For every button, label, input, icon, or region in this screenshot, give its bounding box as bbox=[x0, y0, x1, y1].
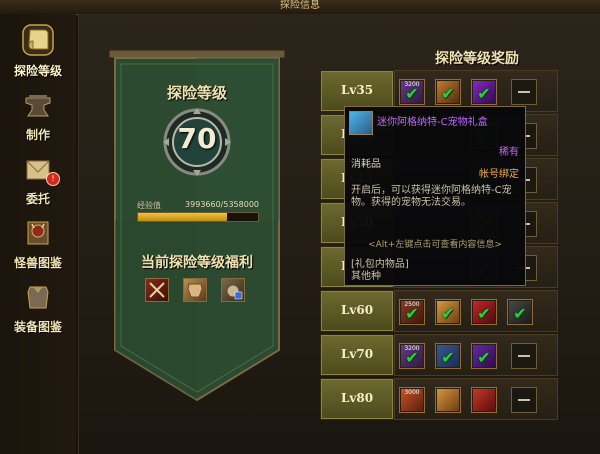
rewards-title: 探险等级奖励 bbox=[435, 51, 519, 67]
reward-slot-claimed[interactable]: ✔ bbox=[471, 343, 497, 369]
nav-item-commission[interactable]: ! 委托 bbox=[6, 148, 70, 210]
check-icon: ✔ bbox=[477, 304, 491, 323]
check-icon: ✔ bbox=[477, 348, 491, 367]
reward-slot-claimed[interactable]: ✔ bbox=[471, 79, 497, 105]
check-icon: ✔ bbox=[405, 304, 419, 323]
dash-icon bbox=[518, 91, 530, 93]
reward-slot-item[interactable]: 3000 bbox=[399, 387, 425, 413]
check-icon: ✔ bbox=[441, 348, 455, 367]
reward-slot-item[interactable] bbox=[471, 387, 497, 413]
level-label: Lv60 bbox=[340, 303, 374, 317]
reward-slots: 3200 ✔ ✔ ✔ bbox=[394, 334, 558, 376]
pet-gift-box-icon bbox=[349, 111, 373, 135]
exp-label: 经验值 bbox=[137, 201, 161, 210]
check-icon: ✔ bbox=[405, 84, 419, 103]
alert-badge: ! bbox=[46, 172, 60, 186]
crossed-swords-icon[interactable] bbox=[145, 278, 169, 302]
rank-title: 探险等级 bbox=[166, 84, 227, 102]
empty-slot bbox=[511, 79, 537, 105]
check-icon: ✔ bbox=[441, 304, 455, 323]
check-icon: ✔ bbox=[513, 304, 527, 323]
pet-icon[interactable] bbox=[221, 278, 245, 302]
nav-label: 委托 bbox=[25, 192, 50, 206]
tooltip-contents: [礼包内物品] 其他种 bbox=[351, 259, 409, 283]
left-nav: 探险等级 制作 ! 委托 怪兽图鉴 装备图鉴 bbox=[0, 14, 76, 454]
slot-count: 3000 bbox=[404, 389, 420, 396]
level-cell: Lv60 bbox=[320, 290, 394, 332]
tooltip-type: 消耗品 bbox=[351, 159, 381, 170]
level-label: Lv70 bbox=[340, 347, 374, 361]
reward-slot-claimed[interactable]: ✔ bbox=[435, 343, 461, 369]
reward-slot-claimed[interactable]: 2500 ✔ bbox=[399, 299, 425, 325]
dash-icon bbox=[518, 399, 530, 401]
exp-bar bbox=[137, 212, 259, 222]
monster-book-icon bbox=[27, 221, 49, 245]
nav-item-adventure-level[interactable]: 探险等级 bbox=[6, 20, 70, 82]
reward-slot-claimed[interactable]: 3200 ✔ bbox=[399, 79, 425, 105]
level-cell: Lv80 bbox=[320, 378, 394, 420]
tooltip-contents-header: [礼包内物品] bbox=[351, 259, 409, 270]
tooltip-hint: <Alt+左键点击可查看内容信息> bbox=[368, 240, 502, 250]
reward-slot-claimed[interactable]: 3200 ✔ bbox=[399, 343, 425, 369]
check-icon: ✔ bbox=[441, 84, 455, 103]
check-icon: ✔ bbox=[477, 84, 491, 103]
window-title: 探险信息 bbox=[0, 0, 600, 15]
empty-slot bbox=[511, 387, 537, 413]
adventure-banner: 探险等级 70 经验值 3993660/5358000 当前探险等级福利 bbox=[109, 50, 285, 410]
scroll-icon bbox=[22, 24, 54, 56]
tooltip-description: 开启后，可以获得迷你阿格纳特-C宠物。获得的宠物无法交易。 bbox=[351, 185, 512, 208]
reward-slot-claimed[interactable]: ✔ bbox=[507, 299, 533, 325]
reward-slots: 3000 bbox=[394, 378, 558, 420]
nav-label: 怪兽图鉴 bbox=[13, 256, 62, 270]
exp-value: 3993660/5358000 bbox=[185, 200, 259, 209]
reward-slot-item[interactable] bbox=[435, 387, 461, 413]
item-tooltip: 迷你阿格纳特-C宠物礼盒 稀有 消耗品 帐号绑定 开启后，可以获得迷你阿格纳特-… bbox=[344, 106, 526, 286]
reward-slot-claimed[interactable]: ✔ bbox=[435, 299, 461, 325]
banner-background bbox=[109, 50, 285, 402]
reward-slot-claimed[interactable]: ✔ bbox=[471, 299, 497, 325]
tooltip-rarity: 稀有 bbox=[499, 147, 519, 158]
reward-row: Lv70 3200 ✔ ✔ ✔ bbox=[318, 334, 558, 376]
anvil-icon bbox=[25, 95, 51, 117]
reward-slots: 2500 ✔ ✔ ✔ ✔ bbox=[394, 290, 558, 332]
check-icon: ✔ bbox=[405, 348, 419, 367]
armor-icon[interactable] bbox=[183, 278, 207, 302]
benefit-title: 当前探险等级福利 bbox=[141, 255, 253, 271]
nav-label: 装备图鉴 bbox=[13, 320, 62, 334]
nav-item-crafting[interactable]: 制作 bbox=[6, 84, 70, 146]
nav-label: 探险等级 bbox=[13, 64, 62, 78]
equipment-book-icon bbox=[27, 286, 49, 309]
level-cell: Lv70 bbox=[320, 334, 394, 376]
level-label: Lv35 bbox=[340, 83, 374, 97]
tooltip-item-name: 迷你阿格纳特-C宠物礼盒 bbox=[377, 117, 488, 128]
level-number: 70 bbox=[177, 122, 217, 155]
tooltip-bind: 帐号绑定 bbox=[479, 169, 519, 180]
nav-item-equipment-book[interactable]: 装备图鉴 bbox=[6, 276, 70, 338]
tooltip-contents-body: 其他种 bbox=[351, 271, 381, 282]
reward-row: Lv60 2500 ✔ ✔ ✔ ✔ bbox=[318, 290, 558, 332]
empty-slot bbox=[511, 343, 537, 369]
reward-slot-claimed[interactable]: ✔ bbox=[435, 79, 461, 105]
nav-item-monster-book[interactable]: 怪兽图鉴 bbox=[6, 212, 70, 274]
level-label: Lv80 bbox=[340, 391, 374, 405]
nav-label: 制作 bbox=[25, 128, 50, 142]
exp-fill bbox=[138, 213, 228, 221]
dash-icon bbox=[518, 355, 530, 357]
reward-row: Lv80 3000 bbox=[318, 378, 558, 420]
